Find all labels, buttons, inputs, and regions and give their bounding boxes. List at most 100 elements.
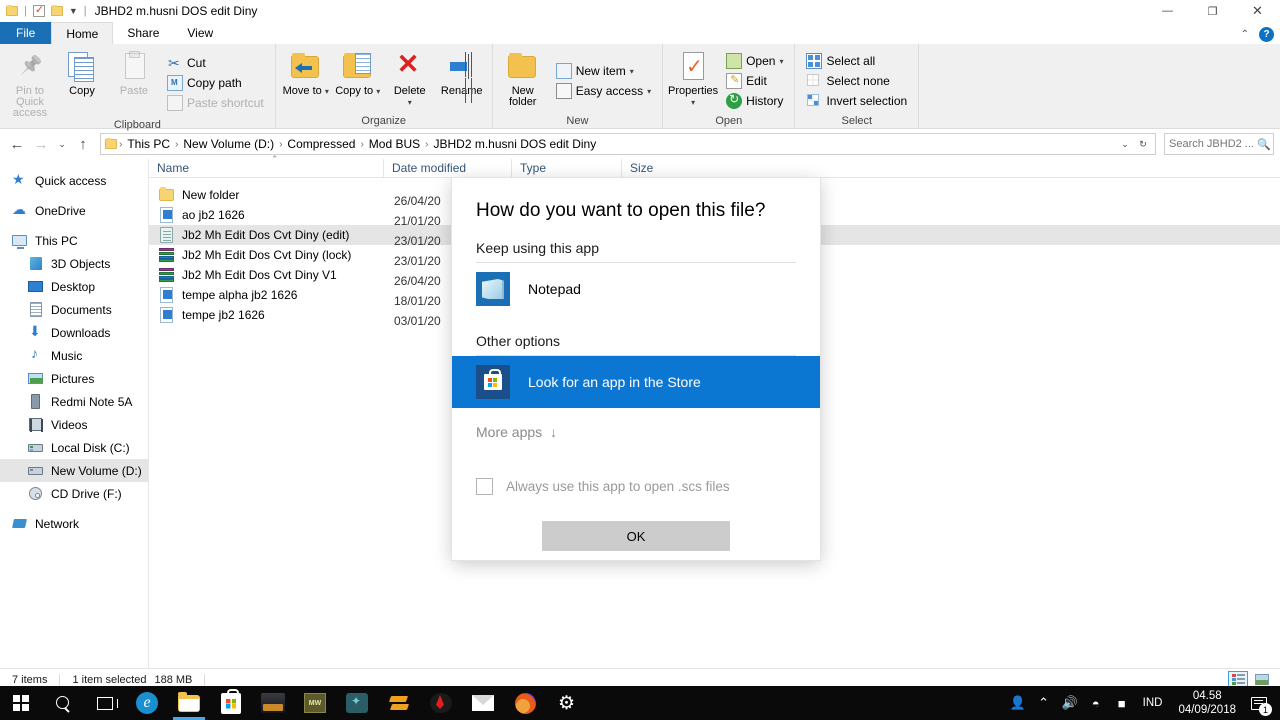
select-all-button[interactable]: Select all xyxy=(803,51,910,71)
help-icon[interactable]: ? xyxy=(1259,27,1274,42)
wifi-icon[interactable]: ◓ xyxy=(1083,686,1109,720)
app-option-store[interactable]: Look for an app in the Store xyxy=(452,356,820,408)
tab-home[interactable]: Home xyxy=(51,22,114,44)
ets2-button[interactable] xyxy=(252,686,294,720)
truck-icon xyxy=(261,693,285,713)
people-icon[interactable]: 👤 xyxy=(1005,686,1031,720)
always-use-checkbox[interactable] xyxy=(476,478,493,495)
restore-button[interactable]: ❐ xyxy=(1190,0,1235,22)
back-button[interactable]: ← xyxy=(6,133,28,155)
battery-icon[interactable]: ■ xyxy=(1109,686,1135,720)
sidebar-item-this-pc[interactable]: This PC xyxy=(0,229,148,252)
sidebar-item-redmi-note-5a[interactable]: Redmi Note 5A xyxy=(0,390,148,413)
search-input[interactable] xyxy=(1169,138,1257,150)
clock[interactable]: 04.58 04/09/2018 xyxy=(1170,689,1244,717)
rename-button[interactable]: Rename xyxy=(436,47,488,115)
sidebar-item-music[interactable]: Music xyxy=(0,344,148,367)
file-explorer-button[interactable] xyxy=(168,686,210,720)
language-indicator[interactable]: IND xyxy=(1135,697,1171,709)
column-header-size[interactable]: Size xyxy=(621,158,691,178)
pin-to-quick-access-button[interactable]: Pin to Quick access xyxy=(4,47,56,119)
firefox-button[interactable] xyxy=(504,686,546,720)
breadcrumb-item-new-volume[interactable]: New Volume (D:) xyxy=(180,137,277,151)
winrar-button[interactable] xyxy=(378,686,420,720)
ok-button[interactable]: OK xyxy=(542,521,730,551)
close-button[interactable]: ✕ xyxy=(1235,0,1280,22)
chevron-down-icon[interactable]: ▼ xyxy=(69,6,78,16)
column-header-name[interactable]: Name xyxy=(149,159,383,178)
sidebar-item-documents[interactable]: Documents xyxy=(0,298,148,321)
move-to-button[interactable]: Move to ▾ xyxy=(280,47,332,115)
new-item-button[interactable]: New item ▾ xyxy=(553,61,654,81)
button-label: New folder xyxy=(508,85,537,108)
start-button[interactable] xyxy=(0,686,42,720)
breadcrumb-item-current[interactable]: JBHD2 m.husni DOS edit Diny xyxy=(431,137,600,151)
collapse-ribbon-icon[interactable]: ⌃ xyxy=(1241,29,1249,40)
sidebar-item-videos[interactable]: Videos xyxy=(0,413,148,436)
volume-icon[interactable]: 🔊 xyxy=(1057,686,1083,720)
delete-button[interactable]: Delete▾ xyxy=(384,47,436,115)
store-button[interactable] xyxy=(210,686,252,720)
sidebar-item-quick-access[interactable]: Quick access xyxy=(0,169,148,192)
breadcrumb[interactable]: › This PC › New Volume (D:) › Compressed… xyxy=(100,133,1156,155)
task-view-button[interactable] xyxy=(84,686,126,720)
breadcrumb-item-mod-bus[interactable]: Mod BUS xyxy=(366,137,423,151)
recent-locations-button[interactable]: ⌄ xyxy=(54,133,70,155)
red-app-button[interactable] xyxy=(420,686,462,720)
column-header-date-modified[interactable]: Date modified xyxy=(383,158,511,178)
tab-share[interactable]: Share xyxy=(113,22,173,44)
sidebar-item-local-disk-c[interactable]: Local Disk (C:) xyxy=(0,436,148,459)
breadcrumb-item-compressed[interactable]: Compressed xyxy=(284,137,358,151)
mail-button[interactable] xyxy=(462,686,504,720)
teal-app-button[interactable] xyxy=(336,686,378,720)
checkbox-options-icon[interactable] xyxy=(32,3,45,17)
paste-shortcut-button[interactable]: Paste shortcut xyxy=(164,93,267,113)
action-center-button[interactable]: 1 xyxy=(1244,686,1274,720)
sidebar-item-network[interactable]: Network xyxy=(0,512,148,535)
properties-button[interactable]: Properties ▾ xyxy=(667,47,719,115)
paste-button[interactable]: Paste xyxy=(108,47,160,119)
search-button[interactable] xyxy=(42,686,84,720)
cut-button[interactable]: Cut xyxy=(164,53,267,73)
new-folder-button[interactable]: New folder xyxy=(497,47,549,115)
sidebar-item-cd-drive-f[interactable]: CD Drive (F:) xyxy=(0,482,148,505)
3d-objects-icon xyxy=(28,256,44,272)
edge-button[interactable]: e xyxy=(126,686,168,720)
sidebar-item-pictures[interactable]: Pictures xyxy=(0,367,148,390)
open-button[interactable]: Open ▾ xyxy=(723,51,786,71)
always-use-checkbox-row[interactable]: Always use this app to open .scs files xyxy=(452,440,820,495)
settings-button[interactable] xyxy=(546,686,588,720)
refresh-icon[interactable]: ↻ xyxy=(1135,133,1151,155)
invert-selection-button[interactable]: Invert selection xyxy=(803,91,910,111)
up-button[interactable]: ↑ xyxy=(72,133,94,155)
tab-file[interactable]: File xyxy=(0,22,52,44)
address-dropdown-icon[interactable]: ⌄ xyxy=(1117,133,1133,155)
drive-icon xyxy=(28,463,44,479)
copy-button[interactable]: Copy xyxy=(56,47,108,119)
column-header-type[interactable]: Type xyxy=(511,158,621,178)
history-button[interactable]: History xyxy=(723,91,786,111)
notepad-file-icon xyxy=(159,227,175,243)
copy-to-button[interactable]: Copy to ▾ xyxy=(332,47,384,115)
mw-button[interactable]: MW xyxy=(294,686,336,720)
button-label: Select none xyxy=(826,74,890,88)
chevron-up-icon[interactable]: ⌃ xyxy=(1031,686,1057,720)
more-apps-button[interactable]: More apps ↓ xyxy=(452,408,820,440)
tab-view[interactable]: View xyxy=(173,22,227,44)
forward-button[interactable]: → xyxy=(30,133,52,155)
sidebar-item-new-volume-d[interactable]: New Volume (D:) xyxy=(0,459,148,482)
copy-path-button[interactable]: Copy path xyxy=(164,73,267,93)
new-folder-quick-icon[interactable] xyxy=(50,5,63,16)
sidebar-item-onedrive[interactable]: OneDrive xyxy=(0,199,148,222)
sidebar-item-downloads[interactable]: Downloads xyxy=(0,321,148,344)
breadcrumb-item-this-pc[interactable]: This PC xyxy=(124,137,173,151)
easy-access-button[interactable]: Easy access ▾ xyxy=(553,81,654,101)
select-none-button[interactable]: Select none xyxy=(803,71,910,91)
search-icon[interactable]: 🔍 xyxy=(1257,138,1271,151)
sidebar-item-desktop[interactable]: Desktop xyxy=(0,275,148,298)
search-box[interactable]: 🔍 xyxy=(1164,133,1274,155)
app-option-notepad[interactable]: Notepad xyxy=(452,263,820,315)
sidebar-item-3d-objects[interactable]: 3D Objects xyxy=(0,252,148,275)
edit-button[interactable]: Edit xyxy=(723,71,786,91)
minimize-button[interactable]: — xyxy=(1145,0,1190,22)
